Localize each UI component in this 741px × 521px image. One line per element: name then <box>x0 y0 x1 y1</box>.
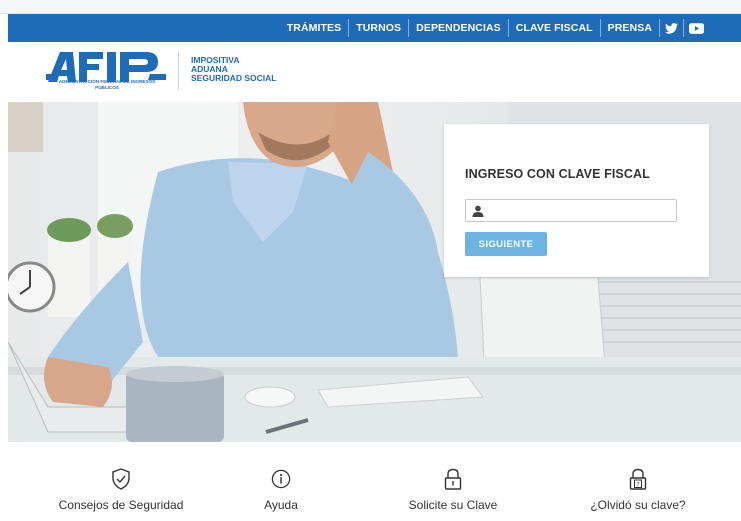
features-row: Consejos de Seguridad Ayuda Solicite su … <box>8 442 741 521</box>
feature-label: Solicite su Clave <box>408 498 498 512</box>
nav-item-tramites[interactable]: TRÁMITES <box>280 19 350 37</box>
feature-label: ¿Olvidó su clave? <box>590 498 686 512</box>
youtube-icon[interactable] <box>684 19 708 37</box>
shield-check-icon <box>112 468 130 490</box>
nav-item-clave-fiscal[interactable]: CLAVE FISCAL <box>509 19 601 37</box>
lock-icon <box>444 468 462 490</box>
next-button[interactable]: SIGUIENTE <box>465 232 547 256</box>
login-card: INGRESO CON CLAVE FISCAL SIGUIENTE <box>444 124 709 277</box>
svg-text:?: ? <box>636 481 639 488</box>
tagline-line-3: SEGURIDAD SOCIAL <box>191 73 277 83</box>
main-nav: TRÁMITES TURNOS DEPENDENCIAS CLAVE FISCA… <box>280 14 708 42</box>
nav-item-prensa[interactable]: PRENSA <box>601 19 660 37</box>
header-divider <box>178 52 179 90</box>
twitter-icon[interactable] <box>660 19 684 37</box>
header-tagline: IMPOSITIVA ADUANA SEGURIDAD SOCIAL <box>191 56 276 83</box>
info-icon <box>271 469 291 489</box>
login-title: INGRESO CON CLAVE FISCAL <box>465 167 650 181</box>
site-header: ADMINISTRACIÓN FEDERAL DE INGRESOS PÚBLI… <box>8 42 741 102</box>
browser-top-strip <box>0 0 741 14</box>
feature-label: Ayuda <box>264 498 298 512</box>
feature-request-key[interactable]: Solicite su Clave <box>358 442 548 521</box>
user-icon <box>472 205 484 217</box>
feature-forgot-key[interactable]: ? ¿Olvidó su clave? <box>543 442 733 521</box>
cuit-input[interactable] <box>465 199 677 222</box>
nav-item-turnos[interactable]: TURNOS <box>349 19 410 37</box>
lock-question-icon: ? <box>629 468 647 490</box>
logo-caption: ADMINISTRACIÓN FEDERAL DE INGRESOS PÚBLI… <box>58 79 156 90</box>
feature-help[interactable]: Ayuda <box>186 442 376 521</box>
top-nav-bar: TRÁMITES TURNOS DEPENDENCIAS CLAVE FISCA… <box>8 14 741 42</box>
nav-item-dependencias[interactable]: DEPENDENCIAS <box>409 19 509 37</box>
